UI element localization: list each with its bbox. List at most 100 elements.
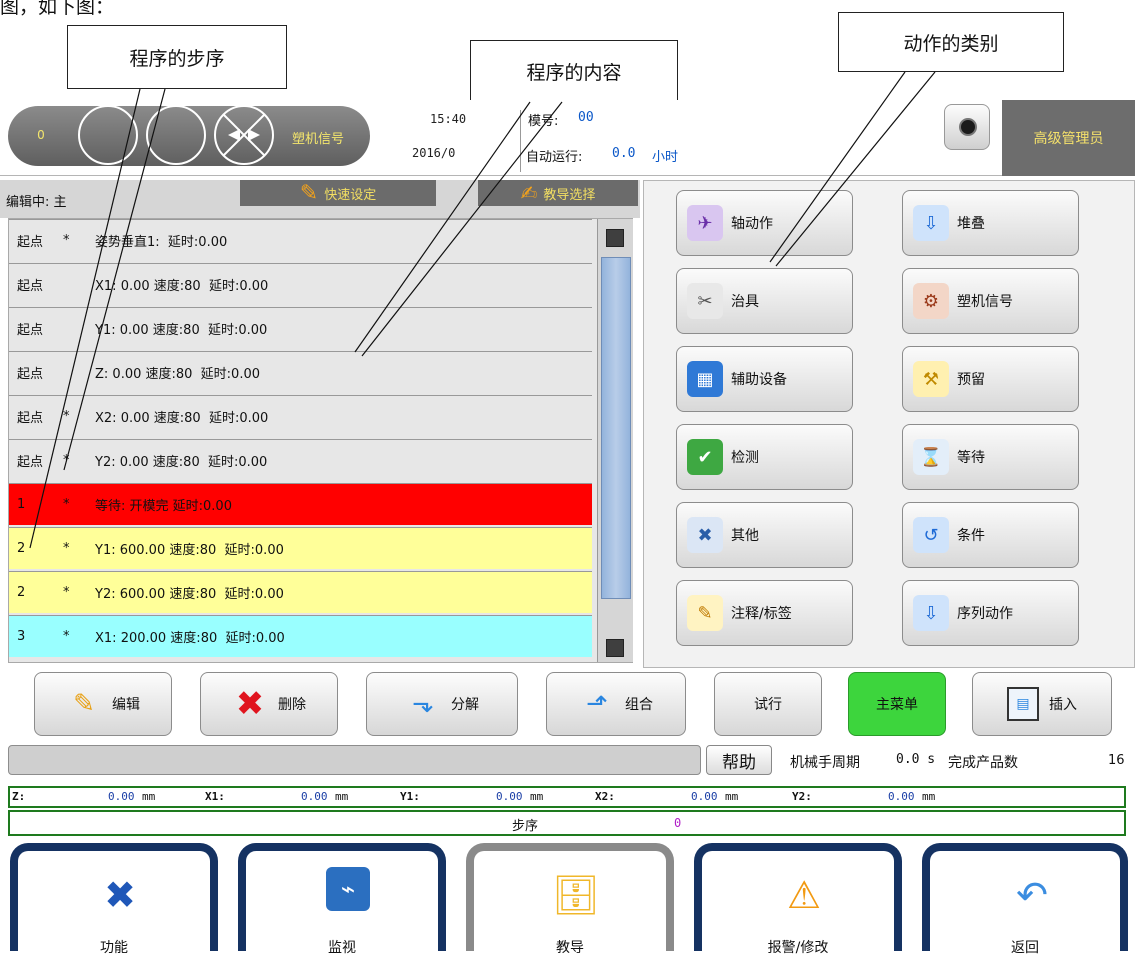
edit-button[interactable]: ✎ 编辑 xyxy=(34,672,172,736)
program-row[interactable]: 起点 Y1: 0.00 速度:80 延时:0.00 xyxy=(9,307,592,349)
nav-alarm[interactable]: ⚠ 报警/修改 xyxy=(694,843,902,956)
machine-signal-label: 塑机信号 xyxy=(292,132,345,147)
main-menu-button[interactable]: 主菜单 xyxy=(848,672,946,736)
nav-function-label: 功能 xyxy=(100,940,128,956)
insert-button[interactable]: ▤ 插入 xyxy=(972,672,1112,736)
nav-monitor[interactable]: ⌁ 监视 xyxy=(238,843,446,956)
scroll-down-button[interactable] xyxy=(606,639,624,657)
delete-x-icon: ✖ xyxy=(235,684,265,724)
row-star: * xyxy=(63,585,70,600)
program-row[interactable]: 起点 Z: 0.00 速度:80 延时:0.00 xyxy=(9,351,592,393)
teach-select-button[interactable]: ✍ 教导选择 xyxy=(478,180,638,206)
program-row[interactable]: 起点 * 姿势垂直1: 延时:0.00 xyxy=(9,219,592,261)
mold-clamp-icon xyxy=(214,105,274,165)
action-button[interactable]: ⚙ 塑机信号 xyxy=(902,268,1079,334)
program-row[interactable]: 起点 * Y2: 0.00 速度:80 延时:0.00 xyxy=(9,439,592,481)
callout-program-step-text: 程序的步序 xyxy=(129,47,225,70)
trial-run-button[interactable]: 试行 xyxy=(714,672,822,736)
nav-back-label: 返回 xyxy=(1011,940,1039,956)
editing-status: 编辑中: 主 xyxy=(6,195,67,210)
callout-action-category: 动作的类别 xyxy=(838,12,1064,72)
insert-icon: ▤ xyxy=(1007,687,1039,721)
notebook-icon: ✍ xyxy=(520,181,538,205)
action-label: 治具 xyxy=(731,294,759,310)
finished-count-label: 完成产品数 xyxy=(948,755,1018,771)
teach-select-label: 教导选择 xyxy=(543,187,596,203)
action-button[interactable]: ✈ 轴动作 xyxy=(676,190,853,256)
action-label: 检测 xyxy=(731,450,759,466)
row-content: Y1: 600.00 速度:80 延时:0.00 xyxy=(95,543,284,558)
combine-arrow-icon: ⬏ xyxy=(586,689,608,719)
action-button[interactable]: ✂ 治具 xyxy=(676,268,853,334)
coord-unit: mm xyxy=(335,790,349,803)
row-content: 等待: 开模完 延时:0.00 xyxy=(95,499,232,514)
coord-value: 0.00 xyxy=(301,790,328,803)
row-content: Y2: 0.00 速度:80 延时:0.00 xyxy=(95,455,268,470)
clock-time: 15:40 xyxy=(430,112,467,126)
camera-icon xyxy=(959,118,977,136)
action-button[interactable]: ⇩ 序列动作 xyxy=(902,580,1079,646)
combine-button[interactable]: ⬏ 组合 xyxy=(546,672,686,736)
cycle-time-value: 0.0 s xyxy=(896,752,936,767)
action-button[interactable]: ✎ 注释/标签 xyxy=(676,580,853,646)
sequence-icon: ⇩ xyxy=(913,595,949,631)
nav-teach-label: 教导 xyxy=(556,940,584,956)
warning-icon: ⚠ xyxy=(786,873,822,917)
callout-program-step: 程序的步序 xyxy=(67,25,287,89)
program-row[interactable]: 2 * Y2: 600.00 速度:80 延时:0.00 xyxy=(9,571,592,613)
delete-label: 删除 xyxy=(278,697,306,713)
message-bar xyxy=(8,745,701,775)
axis-coordinates: Z: 0.00 mm X1: 0.00 mm Y1: 0.00 mm X2: 0.00 mm Y2: 0.… xyxy=(8,786,1126,808)
scroll-up-button[interactable] xyxy=(606,229,624,247)
quick-setup-button[interactable]: ✎ 快速设定 xyxy=(240,180,436,206)
nav-alarm-label: 报警/修改 xyxy=(767,940,829,956)
action-label: 注释/标签 xyxy=(731,606,792,622)
row-content: X1: 0.00 速度:80 延时:0.00 xyxy=(95,279,269,294)
header-divider xyxy=(520,110,521,172)
row-content: 姿势垂直1: 延时:0.00 xyxy=(95,235,228,250)
action-button[interactable]: ✔ 检测 xyxy=(676,424,853,490)
coord-value: 0.00 xyxy=(888,790,915,803)
row-step: 起点 xyxy=(17,367,44,382)
program-scrollbar[interactable] xyxy=(597,219,633,662)
step-bar: 步序 0 xyxy=(8,810,1126,836)
hourglass-icon: ⌛ xyxy=(913,439,949,475)
user-level-button[interactable]: 高级管理员 xyxy=(1002,100,1135,176)
scroll-thumb[interactable] xyxy=(601,257,631,599)
pencil-icon: ✎ xyxy=(299,180,319,206)
step-value: 0 xyxy=(674,816,682,830)
program-row[interactable]: 1 * 等待: 开模完 延时:0.00 xyxy=(9,483,592,525)
camera-button[interactable] xyxy=(944,104,990,150)
program-row[interactable]: 3 * X1: 200.00 速度:80 延时:0.00 xyxy=(9,615,592,657)
monitor-icon: ⌁ xyxy=(326,867,370,911)
cycle-time-label: 机械手周期 xyxy=(790,755,860,771)
row-star: * xyxy=(63,233,70,248)
nav-back[interactable]: ↶ 返回 xyxy=(922,843,1128,956)
action-button[interactable]: ⚒ 预留 xyxy=(902,346,1079,412)
action-label: 堆叠 xyxy=(957,216,985,232)
split-button[interactable]: ⬎ 分解 xyxy=(366,672,518,736)
action-button[interactable]: ▦ 辅助设备 xyxy=(676,346,853,412)
action-button[interactable]: ↺ 条件 xyxy=(902,502,1079,568)
delete-button[interactable]: ✖ 删除 xyxy=(200,672,338,736)
action-button[interactable]: ⌛ 等待 xyxy=(902,424,1079,490)
aux-device-icon: ▦ xyxy=(687,361,723,397)
status-counter: 0 xyxy=(37,128,45,142)
pencil-icon: ✎ xyxy=(687,595,723,631)
callout-program-content: 程序的内容 xyxy=(470,40,678,102)
program-list[interactable]: 起点 * 姿势垂直1: 延时:0.00 起点 X1: 0.00 速度:80 延时:0.0… xyxy=(8,218,633,663)
coord-value: 0.00 xyxy=(108,790,135,803)
nav-function[interactable]: ✖ 功能 xyxy=(10,843,218,956)
program-row[interactable]: 起点 * X2: 0.00 速度:80 延时:0.00 xyxy=(9,395,592,437)
program-row[interactable]: 起点 X1: 0.00 速度:80 延时:0.00 xyxy=(9,263,592,305)
row-content: X2: 0.00 速度:80 延时:0.00 xyxy=(95,411,269,426)
action-button[interactable]: ✖ 其他 xyxy=(676,502,853,568)
row-step: 起点 xyxy=(17,455,44,470)
program-row[interactable]: 2 * Y1: 600.00 速度:80 延时:0.00 xyxy=(9,527,592,569)
coord-unit: mm xyxy=(530,790,544,803)
action-button[interactable]: ⇩ 堆叠 xyxy=(902,190,1079,256)
help-button[interactable]: 帮助 xyxy=(706,745,772,775)
status-circle-1 xyxy=(78,105,138,165)
nav-teach[interactable]: 🗄 教导 xyxy=(466,843,674,956)
auto-run-unit: 小时 xyxy=(652,150,679,165)
